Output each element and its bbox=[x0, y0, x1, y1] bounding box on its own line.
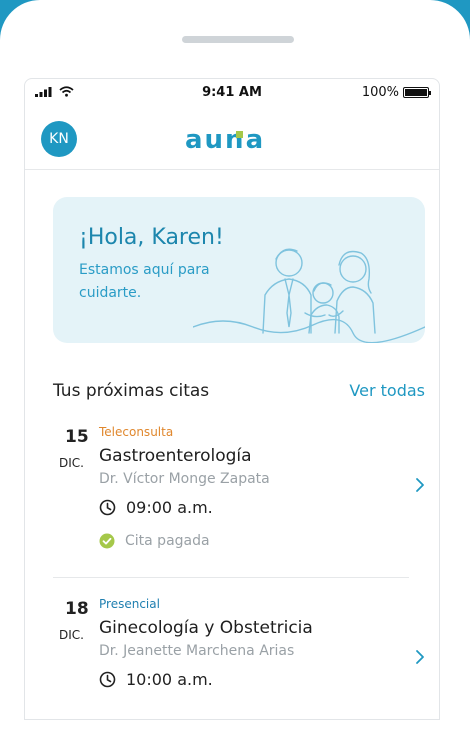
appointment-month: DIC. bbox=[59, 628, 84, 642]
app-screen: 9:41 AM 100% KN auna ¡Hola, Karen! Estam… bbox=[24, 78, 440, 720]
family-illustration bbox=[193, 248, 425, 343]
appointment-type: Teleconsulta bbox=[99, 425, 174, 439]
battery-icon bbox=[403, 87, 431, 98]
payment-status-label: Cita pagada bbox=[125, 533, 210, 549]
clock-icon bbox=[99, 499, 116, 516]
avatar[interactable]: KN bbox=[41, 121, 77, 157]
chevron-right-icon[interactable] bbox=[415, 649, 425, 665]
appointment-time: 10:00 a.m. bbox=[126, 670, 213, 689]
status-right: 100% bbox=[361, 85, 431, 100]
logo-accent bbox=[236, 131, 243, 138]
status-bar: 9:41 AM 100% bbox=[25, 79, 439, 107]
auna-logo: auna bbox=[185, 127, 265, 153]
phone-frame: 9:41 AM 100% KN auna ¡Hola, Karen! Estam… bbox=[0, 0, 470, 740]
appointment-type: Presencial bbox=[99, 597, 160, 611]
appointment-doctor: Dr. Víctor Monge Zapata bbox=[99, 471, 270, 487]
battery-percent: 100% bbox=[361, 85, 399, 100]
drag-handle[interactable] bbox=[182, 36, 294, 43]
appointment-doctor: Dr. Jeanette Marchena Arias bbox=[99, 643, 295, 659]
appointment-specialty: Ginecología y Obstetricia bbox=[99, 618, 313, 638]
appointment-day: 15 bbox=[65, 427, 89, 447]
check-circle-icon bbox=[99, 533, 115, 549]
appointment-divider bbox=[53, 577, 409, 578]
see-all-link[interactable]: Ver todas bbox=[349, 381, 425, 400]
section-title: Tus próximas citas bbox=[53, 381, 210, 401]
appointment-time: 09:00 a.m. bbox=[126, 498, 213, 517]
logo-text: auna bbox=[185, 127, 265, 153]
chevron-right-icon[interactable] bbox=[415, 477, 425, 493]
appointment-day: 18 bbox=[65, 599, 89, 619]
appointment-time-row: 10:00 a.m. bbox=[99, 670, 213, 689]
appointment-month: DIC. bbox=[59, 456, 84, 470]
appointment-specialty: Gastroenterología bbox=[99, 446, 252, 466]
app-header: KN auna bbox=[25, 109, 439, 170]
payment-status: Cita pagada bbox=[99, 533, 210, 549]
clock-icon bbox=[99, 671, 116, 688]
greeting-banner: ¡Hola, Karen! Estamos aquí para cuidarte… bbox=[53, 197, 425, 343]
appointment-time-row: 09:00 a.m. bbox=[99, 498, 213, 517]
